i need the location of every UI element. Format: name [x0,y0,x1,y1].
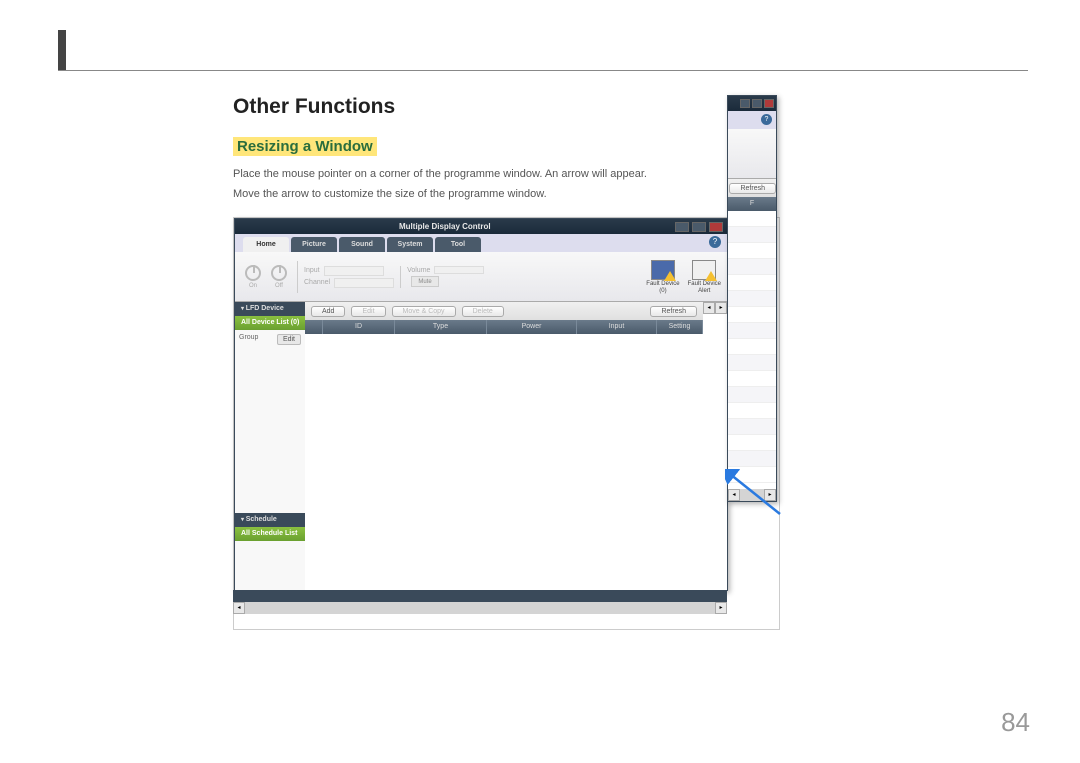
power-on-button[interactable]: On [241,261,265,293]
col-setting[interactable]: Setting [657,320,703,334]
maximize-button[interactable] [692,222,706,232]
col-input[interactable]: Input [577,320,657,334]
tab-sound[interactable]: Sound [339,237,385,252]
tab-picture[interactable]: Picture [291,237,337,252]
col-header-f[interactable]: F [728,197,776,211]
table-header: ID Type Power Input Setting [305,320,703,334]
col-power[interactable]: Power [487,320,577,334]
window-title: Multiple Display Control [399,222,491,231]
volume-slider[interactable] [434,266,484,274]
outer-scrollbar[interactable]: ◂▸ [233,602,727,614]
sidebar: LFD Device All Device List (0) Group Edi… [235,302,305,591]
section-heading: Other Functions [233,95,1028,119]
close-button[interactable] [709,222,723,232]
group-label: Group [239,334,258,341]
move-copy-button[interactable]: Move & Copy [392,306,456,317]
col-type[interactable]: Type [395,320,487,334]
close-button[interactable] [764,99,774,108]
instruction-text-1: Place the mouse pointer on a corner of t… [233,166,1028,184]
screenshot-figure: Multiple Display Control Home Picture So… [233,217,780,630]
sidebar-item-all-schedule[interactable]: All Schedule List [235,527,305,541]
fault-device-button[interactable]: Fault Device (0) [646,260,679,294]
refresh-button[interactable]: Refresh [650,306,697,317]
status-bar [233,590,727,602]
toolbar: On Off Input Channel Volume Mute [235,252,727,302]
input-label: Input [304,267,320,274]
add-button[interactable]: Add [311,306,345,317]
app-window-main: Multiple Display Control Home Picture So… [234,218,728,591]
horizontal-scrollbar[interactable]: ◂▸ [728,489,776,501]
edit-button[interactable]: Edit [351,306,385,317]
instruction-text-2: Move the arrow to customize the size of … [233,186,1028,204]
scroll-right-button[interactable]: ▸ [715,302,727,314]
scroll-left-button[interactable]: ◂ [703,302,715,314]
power-off-button[interactable]: Off [267,261,291,293]
refresh-button[interactable]: Refresh [729,183,776,194]
power-icon [245,265,261,281]
sidebar-item-all-devices[interactable]: All Device List (0) [235,316,305,330]
warning-icon [664,271,676,281]
fault-alert-button[interactable]: Fault Device Alert [688,260,721,294]
titlebar[interactable]: Multiple Display Control [235,219,727,234]
channel-label: Channel [304,279,330,286]
minimize-button[interactable] [740,99,750,108]
input-select[interactable] [324,266,384,276]
sidebar-header-lfd[interactable]: LFD Device [235,302,305,316]
minimize-button[interactable] [675,222,689,232]
maximize-button[interactable] [752,99,762,108]
app-window-resized: ? Refresh F ◂▸ [727,95,777,502]
mute-button[interactable]: Mute [411,276,439,287]
edit-group-button[interactable]: Edit [277,334,301,345]
horizontal-scrollbar[interactable]: ◂ ▸ [703,302,727,314]
page-number: 84 [1001,707,1030,738]
sidebar-header-schedule[interactable]: Schedule [235,513,305,527]
help-button[interactable]: ? [709,236,721,248]
tab-tool[interactable]: Tool [435,237,481,252]
delete-button[interactable]: Delete [462,306,504,317]
power-icon [271,265,287,281]
help-button[interactable]: ? [761,114,772,125]
tab-system[interactable]: System [387,237,433,252]
col-check[interactable] [305,320,323,334]
warning-icon [705,271,717,281]
col-id[interactable]: ID [323,320,395,334]
volume-label: Volume [407,267,430,274]
titlebar[interactable] [728,96,776,111]
channel-select[interactable] [334,278,394,288]
subsection-heading: Resizing a Window [233,137,377,156]
tab-home[interactable]: Home [243,237,289,252]
